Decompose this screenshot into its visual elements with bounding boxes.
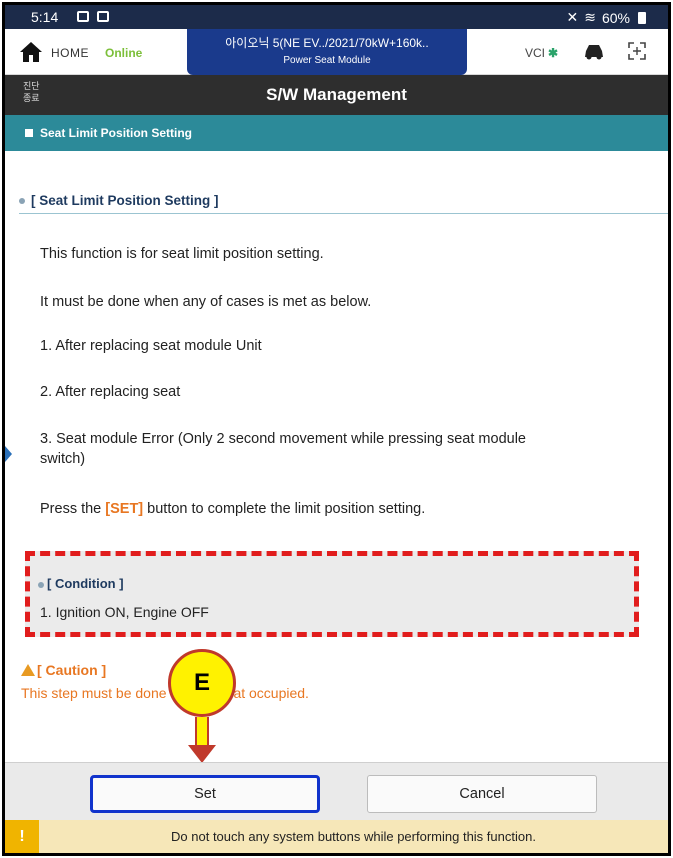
vci-status[interactable]: VCI ✱ [525,46,558,60]
case-1: 1. After replacing seat module Unit [40,338,262,354]
home-icon[interactable] [19,41,43,63]
warning-triangle-icon [21,664,35,676]
car-icon[interactable] [583,41,605,61]
bullet-icon [19,198,25,205]
button-bar: Set Cancel [5,762,668,820]
set-keyword: [SET] [105,501,144,517]
section-square-icon [25,129,33,137]
status-right: ✕ ≋ 60% [566,9,646,26]
content-subheading: [ Seat Limit Position Setting ] [19,193,219,208]
bluetooth-icon: ✱ [548,46,559,60]
case-3: 3. Seat module Error (Only 2 second move… [40,429,526,469]
callout-arrow-head [188,745,216,763]
divider [19,213,668,214]
case-2: 2. After replacing seat [40,384,181,400]
online-status: Online [105,46,143,60]
section-bar: Seat Limit Position Setting [5,115,668,151]
description-line-2: It must be done when any of cases is met… [40,294,372,310]
wifi-icon: ≋ [584,9,596,25]
screen-capture-icon[interactable] [627,41,647,61]
case-3-line2: switch) [40,451,86,467]
status-bar: 5:14 ✕ ≋ 60% [5,5,668,29]
condition-item: 1. Ignition ON, Engine OFF [40,604,209,620]
side-drawer-handle[interactable] [5,446,12,462]
condition-title-text: [ Condition ] [47,576,124,591]
page-title: S/W Management [266,85,407,104]
title-bar: 진단 종료 S/W Management [5,75,668,115]
instruction-prefix: Press the [40,501,106,517]
subheading-text: [ Seat Limit Position Setting ] [31,193,219,208]
vehicle-model: 아이오닉 5(NE EV../2021/70kW+160k.. [225,36,429,50]
app-frame: 5:14 ✕ ≋ 60% HOME Online 아이오닉 5(NE EV../… [2,2,671,856]
callout-arrow-shaft [195,717,209,745]
condition-title: [ Condition ] [38,576,124,591]
description-line-1: This function is for seat limit position… [40,246,324,262]
vehicle-system: Power Seat Module [283,55,371,66]
set-button[interactable]: Set [90,775,320,813]
bullet-icon [38,581,44,588]
section-label: Seat Limit Position Setting [40,126,193,140]
condition-box: [ Condition ] 1. Ignition ON, Engine OFF [25,551,639,637]
battery-level: 60% [601,9,630,26]
case-3-line1: 3. Seat module Error (Only 2 second move… [40,431,526,447]
callout-marker: E [168,649,236,717]
mute-icon: ✕ [566,9,579,25]
vehicle-info-tab[interactable]: 아이오닉 5(NE EV../2021/70kW+160k.. Power Se… [187,29,467,75]
warning-text: Do not touch any system buttons while pe… [171,829,536,844]
notification-icon [77,11,89,22]
status-time: 5:14 [31,9,59,25]
caution-text: This step must be done without seat occu… [21,685,309,701]
battery-icon [638,11,646,24]
home-label[interactable]: HOME [51,46,89,60]
vci-label: VCI [525,46,546,60]
instruction-line: Press the [SET] button to complete the l… [40,499,425,519]
cancel-button[interactable]: Cancel [367,775,597,813]
caution-title-text: [ Caution ] [37,662,107,678]
warning-banner: ! Do not touch any system buttons while … [5,820,668,853]
top-nav: HOME Online 아이오닉 5(NE EV../2021/70kW+160… [5,29,668,75]
instruction-suffix: button to complete the limit position se… [143,501,426,517]
exclamation-icon: ! [5,820,39,853]
caution-title: [ Caution ] [21,662,106,678]
gallery-icon [97,11,109,22]
